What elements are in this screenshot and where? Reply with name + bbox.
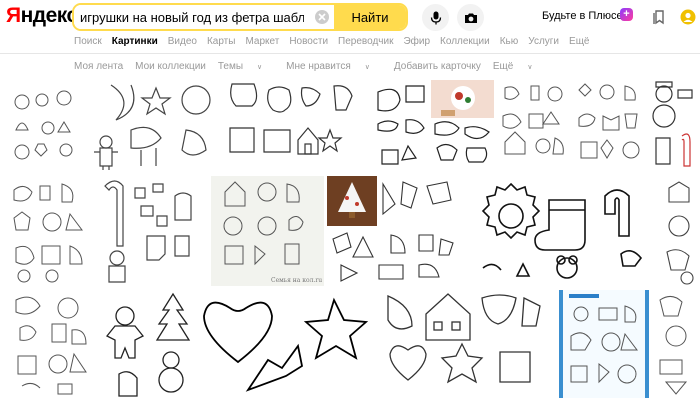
subnav-my-feed[interactable]: Моя лента (74, 61, 123, 75)
image-thumbnail[interactable] (202, 290, 375, 398)
image-thumbnail[interactable] (95, 176, 208, 286)
image-thumbnail[interactable] (497, 80, 570, 172)
service-translator[interactable]: Переводчик (338, 36, 393, 50)
service-maps[interactable]: Карты (207, 36, 236, 50)
image-thumbnail[interactable] (463, 176, 658, 286)
service-search[interactable]: Поиск (74, 36, 102, 50)
image-thumbnail[interactable] (652, 290, 700, 398)
image-thumbnail[interactable] (8, 80, 83, 172)
service-news[interactable]: Новости (289, 36, 328, 50)
voice-search-button[interactable] (422, 4, 449, 31)
chevron-down-icon: ∨ (257, 64, 263, 71)
logo-rest: ндекс (20, 4, 79, 27)
image-thumbnail[interactable] (377, 176, 460, 228)
image-thumbnail[interactable] (224, 80, 369, 172)
subnav-more-label: Ещё (492, 61, 514, 72)
microphone-icon (430, 11, 441, 24)
search-input[interactable] (74, 5, 310, 29)
image-thumbnail[interactable] (573, 80, 645, 172)
image-thumbnail[interactable] (327, 229, 460, 286)
image-thumbnail[interactable] (8, 290, 96, 398)
collections-subnav: Моя лента Мои коллекции Темы ∨ Мне нравит… (74, 61, 556, 75)
chevron-down-icon: ∨ (527, 64, 533, 71)
service-q[interactable]: Кью (500, 36, 519, 50)
image-thumbnail[interactable] (431, 80, 494, 118)
subnav-liked-dropdown[interactable]: Мне нравится ∨ (286, 61, 382, 75)
camera-icon (464, 13, 477, 23)
service-video[interactable]: Видео (168, 36, 197, 50)
clear-search-button[interactable] (310, 5, 334, 29)
chevron-down-icon: ∨ (364, 64, 370, 71)
service-market[interactable]: Маркет (245, 36, 279, 50)
subnav-liked-label: Мне нравится (286, 61, 351, 72)
image-thumbnail[interactable] (661, 176, 700, 286)
user-avatar-icon[interactable] (680, 9, 696, 25)
image-thumbnail[interactable] (648, 80, 700, 172)
image-thumbnail[interactable] (378, 290, 556, 398)
image-thumbnail[interactable]: Семья на кол.ru (211, 176, 324, 286)
image-thumbnail[interactable] (99, 290, 199, 398)
collections-icon[interactable] (652, 9, 668, 25)
image-thumbnail[interactable] (431, 118, 494, 172)
header: Яндекс Найти Будьте в Плюсе + (0, 0, 700, 34)
divider (0, 53, 700, 54)
service-uslugi[interactable]: Услуги (528, 36, 559, 50)
service-efir[interactable]: Эфир (403, 36, 430, 50)
image-thumbnail[interactable] (559, 290, 649, 398)
subnav-topics-label: Темы (217, 61, 244, 72)
image-thumbnail[interactable] (372, 80, 430, 172)
subnav-topics-dropdown[interactable]: Темы ∨ (218, 61, 274, 75)
image-thumbnail[interactable] (86, 80, 221, 172)
services-nav: Поиск Картинки Видео Карты Маркет Новост… (74, 36, 600, 50)
logo-first-letter: Я (6, 4, 21, 27)
service-more[interactable]: Ещё (569, 36, 589, 50)
search-box: Найти (72, 3, 408, 31)
image-thumbnail[interactable] (327, 176, 377, 226)
find-button[interactable]: Найти (334, 5, 406, 29)
service-images[interactable]: Картинки (112, 36, 158, 50)
image-search-button[interactable] (457, 4, 484, 31)
subnav-add-card[interactable]: Добавить карточку (394, 61, 481, 75)
service-collections[interactable]: Коллекции (440, 36, 490, 50)
clear-icon (315, 10, 329, 24)
subnav-more-dropdown[interactable]: Ещё ∨ (493, 61, 545, 75)
yandex-logo[interactable]: Яндекс (6, 5, 78, 27)
plus-badge: + (620, 8, 633, 21)
plus-link[interactable]: Будьте в Плюсе (542, 10, 623, 22)
watermark-text: Семья на кол.ru (271, 277, 322, 284)
image-thumbnail[interactable] (8, 176, 92, 286)
subnav-my-collections[interactable]: Мои коллекции (135, 61, 206, 75)
